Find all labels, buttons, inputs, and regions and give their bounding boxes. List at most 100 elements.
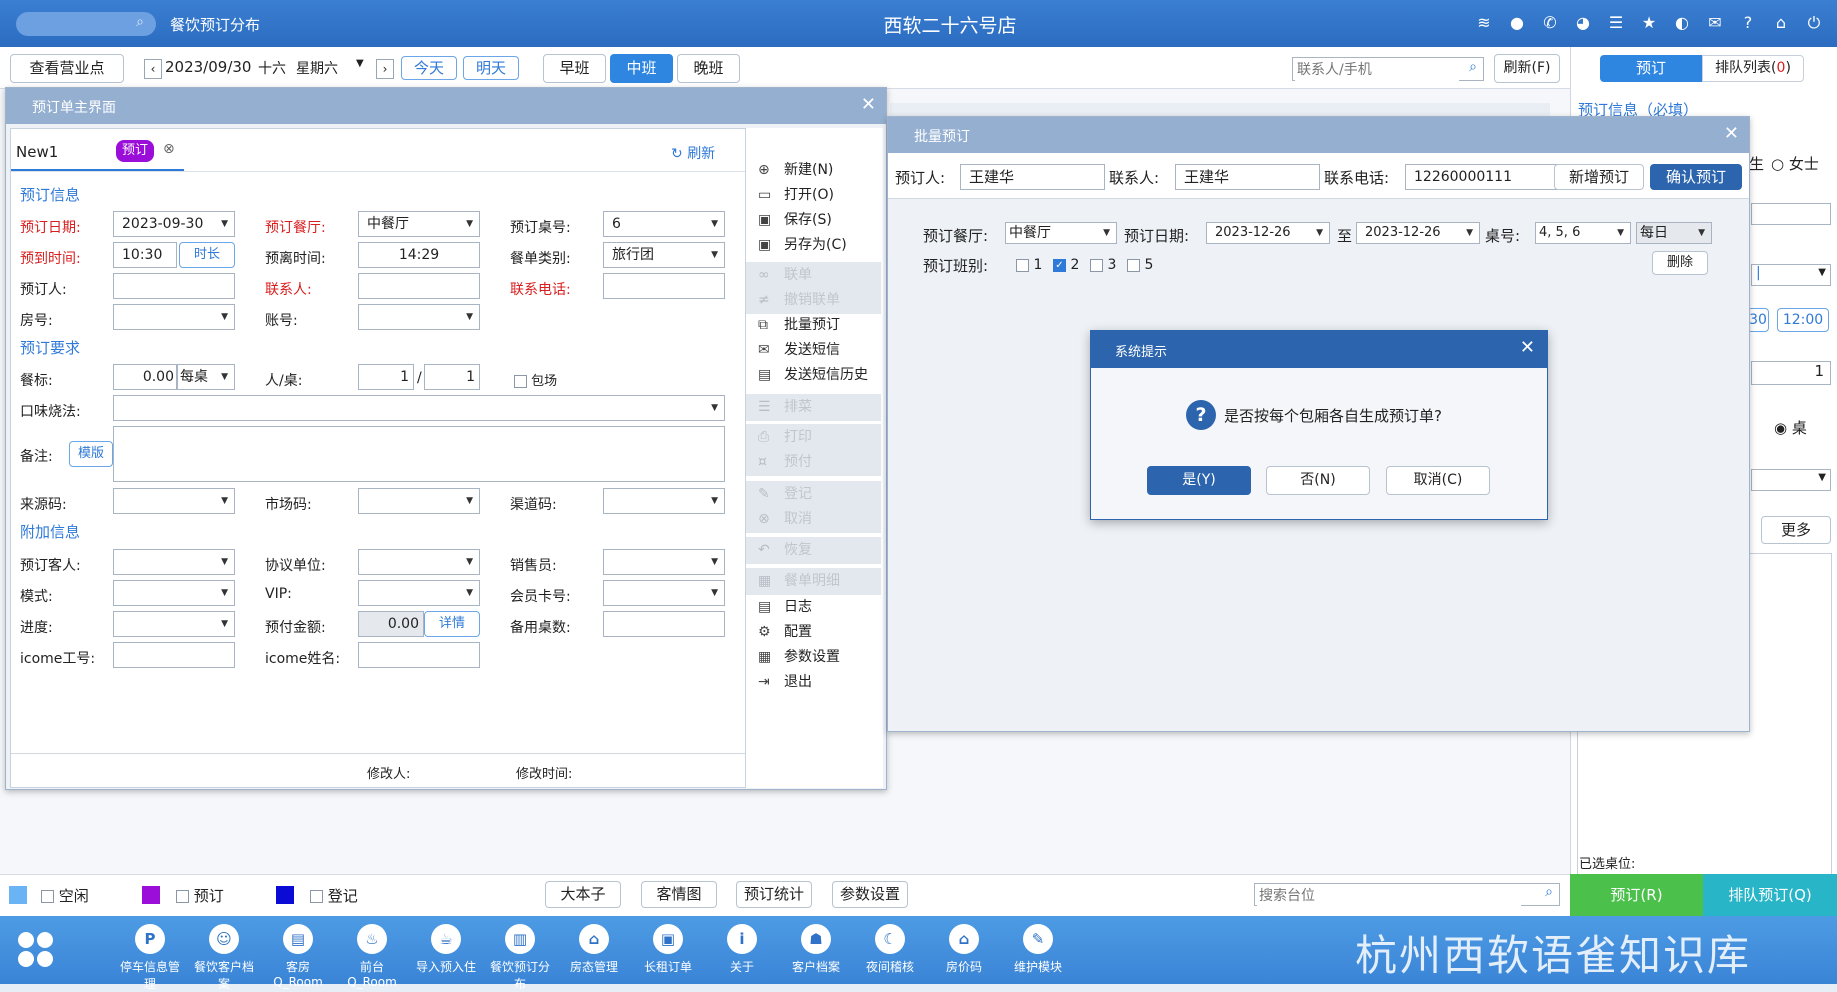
idle-filter[interactable]: 空闲 [41,885,89,906]
palette-icon[interactable]: ◕ [1572,12,1594,34]
confirm-booking-button[interactable]: 确认预订 [1650,164,1742,190]
home-icon[interactable]: ⌂ [1770,12,1792,34]
dock-item-parking[interactable]: P 停车信息管理 [115,924,185,992]
taste-select[interactable] [113,395,725,421]
right-select-2[interactable]: ▼ [1751,469,1831,491]
cancel-button[interactable]: 取消(C) [1386,466,1490,495]
member-select[interactable] [603,580,725,606]
remark-textarea[interactable] [113,426,725,482]
dock-item-info[interactable]: i 关于 [707,924,777,992]
agreement-select[interactable] [358,549,480,575]
side-button-save[interactable]: ▣ 保存(S) [746,207,881,234]
side-button-gear[interactable]: ⚙ 配置 [746,619,881,646]
batch-frequency-select[interactable]: 每日 [1636,222,1712,244]
batch-date-from[interactable]: 2023-12-26 [1206,222,1330,244]
account-select[interactable] [358,304,480,330]
dock-item-wrench[interactable]: ✎ 维护模块 [1003,924,1073,992]
dock-item-suitcase[interactable]: ▣ 长租订单 [633,924,703,992]
detail-button[interactable]: 详情 [424,611,480,637]
time-a-button[interactable]: 30 [1747,308,1769,332]
add-booking-button[interactable]: 新增预订 [1554,164,1644,190]
delete-button[interactable]: 删除 [1652,251,1708,275]
source-select[interactable] [113,488,235,514]
tomorrow-button[interactable]: 明天 [463,56,519,80]
global-search-input[interactable]: ⌕ [16,12,156,36]
batch-booker-input[interactable]: 王建华 [960,164,1105,190]
close-icon[interactable]: ✕ [1724,123,1739,144]
shift-noon-button[interactable]: 中班 [610,54,673,83]
tab-new1[interactable]: New1 [16,143,58,161]
close-tab-icon[interactable]: ⊗ [163,141,175,157]
side-button-mail[interactable]: ✉ 发送短信 [746,337,881,364]
date-select[interactable]: 2023-09-30 [113,211,235,237]
gender-female-radio[interactable]: ○ 女士 [1771,153,1819,174]
template-button[interactable]: 模版 [69,441,113,467]
today-button[interactable]: 今天 [401,56,457,80]
room-select[interactable] [113,304,235,330]
people-input-b[interactable]: 1 [424,364,480,390]
right-input[interactable] [1751,203,1831,225]
dock-item-cup[interactable]: ☕ 导入预入住 [411,924,481,992]
booked-filter[interactable]: 预订 [176,885,224,906]
tab-queue[interactable]: 排队列表(0) [1702,55,1804,82]
shift-2-checkbox[interactable]: ✓ 2 [1053,257,1079,273]
search-icon[interactable]: ⌕ [1545,884,1553,900]
booker-input[interactable] [113,273,235,299]
side-button-plus-circle[interactable]: ⊕ 新建(N) [746,157,881,184]
channel-select[interactable] [603,488,725,514]
per-table-select[interactable]: 每桌 [177,364,235,390]
arrive-time-input[interactable]: 10:30 [113,242,177,268]
time-b-button[interactable]: 12:00 [1777,308,1829,332]
menu-type-select[interactable]: 旅行团 [603,242,725,268]
shift-evening-button[interactable]: 晚班 [677,54,740,83]
leave-time-input[interactable]: 14:29 [358,242,480,268]
side-button-save-as[interactable]: ▣ 另存为(C) [746,232,881,259]
help-icon[interactable]: ? [1737,12,1759,34]
dock-item-room[interactable]: ▤ 客房Q_Room [263,924,333,992]
search-icon[interactable]: ⌕ [1469,59,1477,75]
shift-5-checkbox[interactable]: 5 [1127,257,1153,273]
market-select[interactable] [358,488,480,514]
refresh-link[interactable]: ↻ 刷新 [671,143,715,163]
side-button-exit[interactable]: ⇥ 退出 [746,669,881,696]
registered-filter[interactable]: 登记 [310,885,358,906]
side-button-copy[interactable]: ⧉ 批量预订 [746,312,881,339]
dock-item-user[interactable]: ☺ 餐饮客户档案 [189,924,259,992]
icome-name-input[interactable] [358,642,480,668]
hall-select[interactable]: 中餐厅 [358,211,480,237]
vip-select[interactable] [358,580,480,606]
contact-search-input[interactable] [1295,59,1459,81]
table-radio[interactable]: ◉ 桌 [1774,417,1807,438]
guest-map-button[interactable]: 客情图 [641,881,717,908]
dock-item-moon[interactable]: ☾ 夜间稽核 [855,924,925,992]
batch-contact-input[interactable]: 王建华 [1175,164,1320,190]
big-book-button[interactable]: 大本子 [545,881,621,908]
duration-button[interactable]: 时长 [179,242,235,268]
param-settings-button[interactable]: 参数设置 [832,881,908,908]
wifi-icon[interactable]: ≋ [1473,12,1495,34]
next-date-button[interactable]: › [376,59,394,79]
shift-morning-button[interactable]: 早班 [543,54,606,83]
dock-item-chart[interactable]: ▥ 餐饮预订分布 [485,924,555,992]
standard-input[interactable]: 0.00 [113,364,177,390]
side-button-folder[interactable]: ▭ 打开(O) [746,182,881,209]
queue-book-button[interactable]: 排队预订(Q) [1703,874,1837,916]
spare-tables-input[interactable] [603,611,725,637]
no-button[interactable]: 否(N) [1266,466,1370,495]
chat-icon[interactable]: ● [1506,12,1528,34]
yes-button[interactable]: 是(Y) [1147,466,1251,495]
people-input-a[interactable]: 1 [358,364,414,390]
more-button[interactable]: 更多 [1761,516,1831,544]
table-no-select[interactable]: 6 [603,211,725,237]
guest-select[interactable] [113,549,235,575]
side-button-log[interactable]: ▤ 日志 [746,594,881,621]
phone-input[interactable] [603,273,725,299]
contact-input[interactable] [358,273,480,299]
start-menu-icon[interactable] [18,932,54,968]
tab-booking[interactable]: 预订 [1600,55,1702,82]
date-dropdown-icon[interactable]: ▼ [356,58,364,69]
sales-select[interactable] [603,549,725,575]
table-search-input[interactable] [1257,885,1521,906]
book-button[interactable]: 预订(R) [1570,874,1703,916]
icome-no-input[interactable] [113,642,235,668]
